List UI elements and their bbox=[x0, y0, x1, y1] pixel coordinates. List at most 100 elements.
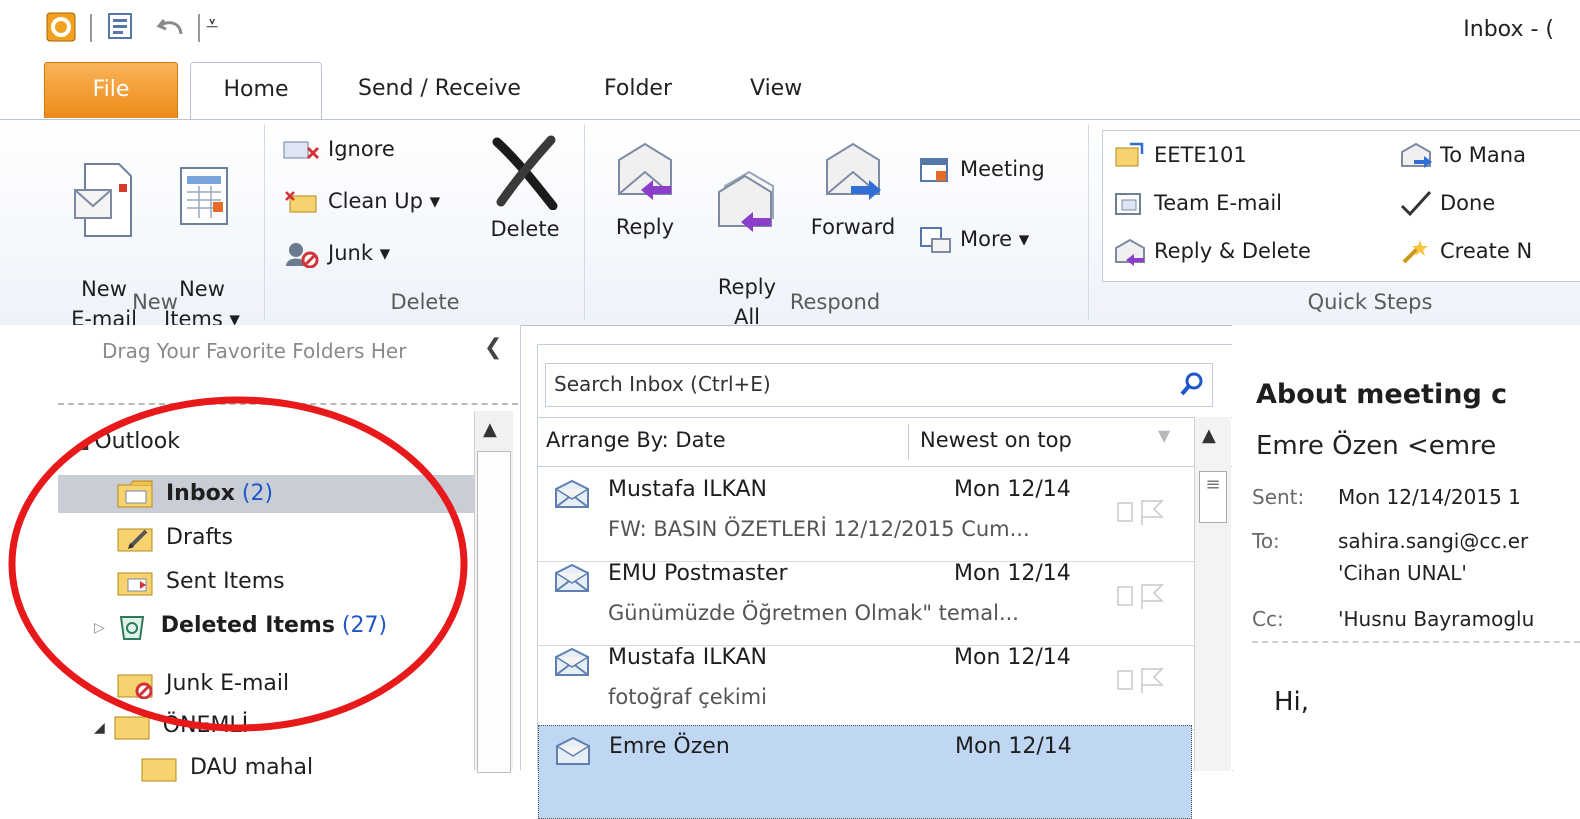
tab-folder[interactable]: Folder bbox=[586, 62, 690, 118]
sort-triangle-icon: ▼ bbox=[1158, 426, 1171, 445]
account-outlook[interactable]: ◢ Outlook bbox=[76, 429, 180, 454]
team-email-icon bbox=[1115, 193, 1141, 215]
to-recipient[interactable]: sahira.sangi@cc.er bbox=[1338, 529, 1528, 553]
folder-move-icon bbox=[1115, 142, 1144, 167]
envelope-icon bbox=[555, 563, 589, 592]
envelope-icon bbox=[555, 479, 589, 508]
envelope-icon bbox=[556, 736, 590, 765]
clean-up-icon bbox=[285, 191, 317, 213]
nav-scroll-thumb[interactable] bbox=[477, 451, 511, 773]
sort-order-toggle[interactable]: Newest on top bbox=[920, 428, 1072, 452]
tab-view[interactable]: View bbox=[732, 62, 820, 118]
inbox-folder-icon bbox=[117, 480, 153, 508]
checkmark-icon bbox=[1400, 190, 1432, 217]
title-bar: ⩡ Inbox - ( bbox=[0, 0, 1580, 62]
ignore-icon bbox=[283, 141, 320, 160]
forward-icon bbox=[826, 142, 881, 200]
sent-label: Sent: bbox=[1252, 485, 1305, 509]
message-row[interactable]: Mustafa ILKAN Mon 12/14 FW: BASIN ÖZETLE… bbox=[538, 469, 1194, 562]
ribbon: New E-mail New Items ▾ New Ignore Clean … bbox=[0, 119, 1580, 331]
outlook-app-icon[interactable] bbox=[46, 12, 76, 42]
deleted-items-bin-icon bbox=[119, 616, 144, 640]
send-receive-all-icon[interactable] bbox=[106, 12, 138, 42]
flag-icon[interactable] bbox=[1116, 497, 1180, 527]
to-manager-icon bbox=[1401, 142, 1432, 168]
arrange-by-dropdown[interactable]: Arrange By: Date bbox=[546, 428, 726, 452]
collapse-triangle-icon[interactable]: ◢ bbox=[94, 720, 105, 736]
group-label-respond: Respond bbox=[789, 290, 881, 314]
reading-pane: About meeting c Emre Özen <emre Sent: Mo… bbox=[1232, 325, 1580, 770]
undo-icon[interactable] bbox=[156, 14, 186, 40]
meeting-button[interactable]: Meeting bbox=[918, 154, 1045, 185]
message-row[interactable]: Mustafa ILKAN Mon 12/14 fotoğraf çekimi bbox=[538, 637, 1194, 730]
search-inbox-input[interactable]: Search Inbox (Ctrl+E) bbox=[545, 363, 1213, 407]
quick-step-to-manager[interactable]: To Mana bbox=[1398, 140, 1526, 170]
ignore-button[interactable]: Ignore bbox=[282, 134, 395, 164]
reply-icon bbox=[618, 142, 672, 200]
customize-qat-icon[interactable]: ⩡ bbox=[206, 12, 218, 37]
to-recipient[interactable]: 'Cihan UNAL' bbox=[1338, 561, 1467, 585]
folder-onemli[interactable]: ◢ ÖNEMLİ bbox=[94, 711, 248, 741]
folder-inbox[interactable]: Inbox (2) bbox=[116, 479, 273, 509]
sent-items-folder-icon bbox=[117, 572, 153, 596]
folder-deleted-items[interactable]: ▷ Deleted Items (27) bbox=[94, 611, 387, 641]
reply-button[interactable]: Reply bbox=[600, 138, 690, 242]
collapse-nav-icon[interactable]: ❮ bbox=[484, 335, 502, 360]
quick-step-eete101[interactable]: EETE101 bbox=[1112, 140, 1247, 170]
quick-step-done[interactable]: Done bbox=[1398, 188, 1495, 218]
folder-icon bbox=[114, 716, 150, 740]
envelope-icon bbox=[555, 647, 589, 676]
ribbon-tabs: File Home Send / Receive Folder View bbox=[0, 62, 1580, 120]
message-body: Hi, bbox=[1274, 687, 1310, 717]
navigation-pane: Drag Your Favorite Folders Her ❮ ◢ Outloo… bbox=[0, 325, 521, 782]
reply-delete-icon bbox=[1115, 238, 1145, 266]
folder-dau-mahal[interactable]: DAU mahal bbox=[140, 753, 313, 783]
collapse-triangle-icon[interactable]: ◢ bbox=[76, 433, 88, 452]
message-sender[interactable]: Emre Özen <emre bbox=[1256, 431, 1496, 461]
reply-all-icon bbox=[718, 170, 774, 232]
scroll-up-arrow-icon[interactable]: ▲ bbox=[1202, 425, 1216, 446]
flag-icon[interactable] bbox=[1116, 581, 1180, 611]
sent-value: Mon 12/14/2015 1 bbox=[1338, 485, 1521, 509]
quick-step-create-new[interactable]: Create N bbox=[1398, 236, 1532, 266]
meeting-icon bbox=[920, 158, 948, 182]
message-list-scroll-thumb[interactable]: ≡ bbox=[1199, 471, 1227, 523]
to-label: To: bbox=[1252, 529, 1280, 553]
quick-step-team-email[interactable]: Team E-mail bbox=[1112, 188, 1282, 218]
arrange-bar: Arrange By: Date Newest on top ▼ bbox=[538, 417, 1232, 467]
favorites-hint: Drag Your Favorite Folders Her bbox=[102, 339, 407, 363]
forward-button[interactable]: Forward bbox=[800, 138, 906, 242]
more-respond-button[interactable]: More ▾ bbox=[918, 224, 1029, 255]
junk-button[interactable]: Junk ▾ bbox=[282, 238, 390, 269]
delete-button[interactable]: Delete bbox=[478, 130, 572, 244]
cc-label: Cc: bbox=[1252, 607, 1284, 631]
message-subject: About meeting c bbox=[1256, 379, 1508, 410]
message-row-selected[interactable]: Emre Özen Mon 12/14 bbox=[538, 725, 1192, 819]
create-new-icon bbox=[1402, 240, 1428, 264]
clean-up-button[interactable]: Clean Up ▾ bbox=[282, 186, 440, 216]
expand-triangle-icon[interactable]: ▷ bbox=[94, 620, 105, 636]
message-row[interactable]: EMU Postmaster Mon 12/14 Günümüzde Öğret… bbox=[538, 553, 1194, 646]
more-respond-icon bbox=[920, 227, 951, 253]
message-list-scrollbar[interactable]: ▲ ≡ bbox=[1194, 417, 1231, 771]
scroll-up-arrow-icon[interactable]: ▲ bbox=[483, 419, 497, 440]
quick-step-reply-delete[interactable]: Reply & Delete bbox=[1112, 236, 1311, 266]
flag-icon[interactable] bbox=[1116, 665, 1180, 695]
group-label-delete: Delete bbox=[390, 290, 460, 314]
group-label-quick-steps: Quick Steps bbox=[1307, 290, 1433, 314]
cc-recipient[interactable]: 'Husnu Bayramoglu bbox=[1338, 607, 1534, 631]
search-icon[interactable] bbox=[1178, 370, 1206, 398]
new-email-icon bbox=[74, 163, 132, 237]
delete-x-icon bbox=[492, 135, 558, 210]
folder-drafts[interactable]: Drafts bbox=[116, 523, 233, 553]
junk-folder-icon bbox=[117, 674, 153, 700]
nav-scrollbar[interactable]: ▲ bbox=[474, 411, 513, 773]
tab-file[interactable]: File bbox=[44, 62, 178, 118]
junk-icon bbox=[286, 243, 319, 269]
folder-junk-email[interactable]: Junk E-mail bbox=[116, 669, 289, 700]
window-title: Inbox - ( bbox=[1463, 17, 1554, 42]
tab-home[interactable]: Home bbox=[190, 62, 322, 120]
tab-send-receive[interactable]: Send / Receive bbox=[340, 62, 539, 118]
folder-sent-items[interactable]: Sent Items bbox=[116, 567, 285, 597]
drafts-folder-icon bbox=[117, 528, 153, 552]
